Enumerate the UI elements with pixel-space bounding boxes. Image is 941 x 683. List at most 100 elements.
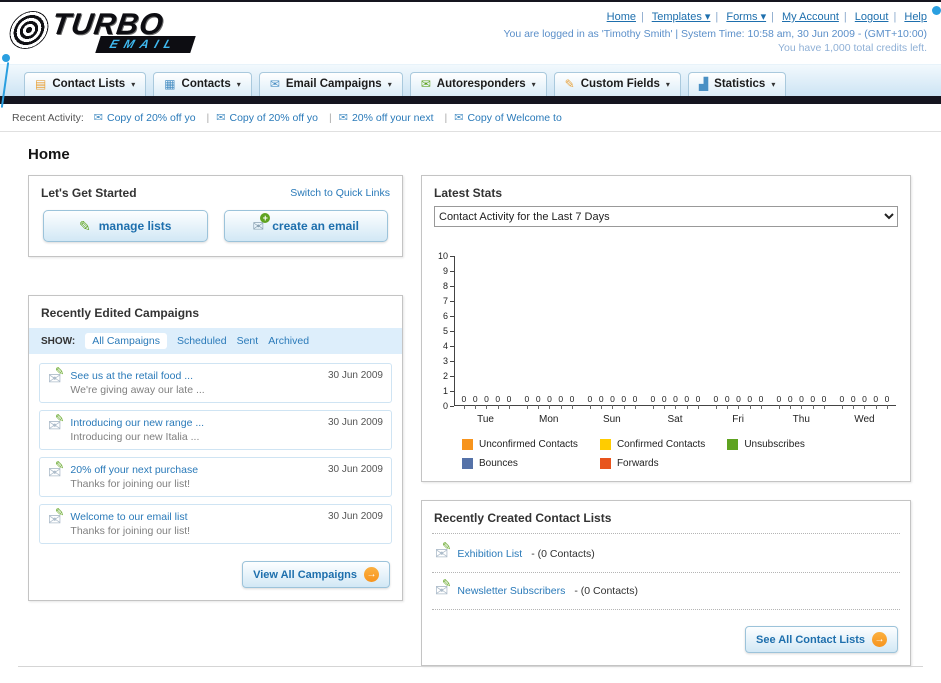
campaign-text: Introducing our new range ... Introducin… [70,417,319,443]
recent-campaigns-panel: Recently Edited Campaigns SHOW: All Camp… [28,295,403,601]
chart-value-label: 0 [650,393,656,409]
chart-value-label: 0 [747,393,753,409]
top-nav-link[interactable]: Home [607,11,636,23]
top-nav-item[interactable]: Logout [855,11,902,23]
chart-value-group: 00000 [644,393,707,409]
top-nav-link[interactable]: Templates ▾ [652,11,711,23]
campaign-list-item[interactable]: ✉ ✎ See us at the retail food ... We're g… [39,363,392,403]
chart-value-label: 0 [461,393,467,409]
create-email-button[interactable]: ✉ + create an email [223,210,388,242]
top-nav-item[interactable]: Templates ▾ [652,11,724,23]
top-nav-item[interactable]: Home [607,11,649,23]
recent-activity-link[interactable]: Copy of 20% off yo [107,112,196,124]
switch-quick-links-link[interactable]: Switch to Quick Links [290,187,390,199]
chart-value-label: 0 [758,393,764,409]
campaign-list-item[interactable]: ✉ ✎ 20% off your next purchase Thanks for… [39,457,392,497]
main-nav-tab[interactable]: ✉ Email Campaigns ▾ [258,72,403,96]
recent-activity-item[interactable]: ✉ Copy of 20% off yo [216,111,338,125]
campaign-title-link[interactable]: 20% off your next purchase [70,464,319,476]
main-nav-tab[interactable]: ▦ Contacts ▾ [153,72,252,96]
chart-y-tick: 8 [443,281,454,291]
chart-value-label: 0 [724,393,730,409]
recent-activity-link[interactable]: Copy of Welcome to [467,112,561,124]
chart-zero-row: 00000000000000000000000000000000000 [455,393,896,409]
campaign-title-link[interactable]: See us at the retail food ... [70,370,319,382]
legend-swatch [727,439,739,450]
envelope-plus-icon: ✉ + [253,212,271,235]
campaign-list-item[interactable]: ✉ ✎ Welcome to our email list Thanks for … [39,504,392,544]
chart-value-label: 0 [850,393,856,409]
chart-value-label: 0 [810,393,816,409]
envelope-pencil-icon: ✉ ✎ [435,541,452,563]
chart-value-group: 00000 [707,393,770,409]
arrow-right-icon: → [364,567,379,582]
tab-label: Custom Fields [580,78,660,90]
chevron-down-icon: ▾ [236,79,241,89]
top-nav-item[interactable]: Help [904,11,927,23]
top-nav-link[interactable]: Help [904,11,927,23]
page-title: Home [28,146,70,163]
contact-list-link[interactable]: Exhibition List [457,548,522,560]
chart-value-label: 0 [695,393,701,409]
recent-activity-items: ✉ Copy of 20% off yo ✉ Copy of 20% off y… [94,111,562,125]
top-nav-item[interactable]: My Account [782,11,852,23]
see-all-contact-lists-button[interactable]: See All Contact Lists → [744,626,898,653]
filter-sent[interactable]: Sent [237,335,259,347]
top-nav-link[interactable]: Forms ▾ [726,11,766,23]
recent-activity-link[interactable]: Copy of 20% off yo [229,112,318,124]
chart-x-label: Tue [477,414,494,425]
recent-activity-item[interactable]: ✉ Copy of 20% off yo [94,111,216,125]
stats-period-select[interactable]: Contact Activity for the Last 7 Days [434,206,898,227]
main-nav-tab[interactable]: ▤ Contact Lists ▾ [24,72,147,96]
top-nav-link[interactable]: Logout [855,11,889,23]
main-nav-tab[interactable]: ▟ Statistics ▾ [687,72,787,96]
chart-value-label: 0 [547,393,552,409]
tab-icon: ▦ [164,77,176,91]
chart-x-label: Sun [602,414,621,425]
chart-y-tick: 7 [443,296,454,306]
campaign-text: See us at the retail food ... We're givi… [70,370,319,396]
top-nav-item[interactable]: Forms ▾ [726,11,779,23]
campaign-list: ✉ ✎ See us at the retail food ... We're g… [29,354,402,553]
campaign-text: 20% off your next purchase Thanks for jo… [70,464,319,490]
campaign-subtitle: Introducing our new Italia ... [70,431,200,443]
envelope-pencil-icon: ✉ ✎ [48,507,65,529]
top-nav-link[interactable]: My Account [782,11,839,23]
contact-list-item[interactable]: ✉ ✎ Newsletter Subscribers - (0 Contacts) [432,573,900,610]
chart-value-group: 00000 [770,393,833,409]
chart-value-group: 00000 [581,393,644,409]
tab-icon: ✉ [420,77,431,91]
manage-lists-label: manage lists [98,219,172,233]
chart-y-tick: 5 [443,326,454,336]
campaign-list-item[interactable]: ✉ ✎ Introducing our new range ... Introdu… [39,410,392,450]
filter-scheduled[interactable]: Scheduled [177,335,227,347]
manage-lists-button[interactable]: ✎ manage lists [43,210,208,242]
recent-activity-item[interactable]: ✉ Copy of Welcome to [454,111,562,125]
chart-xlabels: Tue Mon Sun Sat Fri Thu Wed [454,414,896,425]
tab-label: Contact Lists [52,78,126,90]
chart-y-tick: 1 [443,386,454,396]
filter-archived[interactable]: Archived [268,335,309,347]
chart-value-label: 0 [821,393,827,409]
envelope-pencil-icon: ✉ ✎ [48,366,65,388]
recent-activity-item[interactable]: ✉ 20% off your next [338,111,454,125]
contact-list-item[interactable]: ✉ ✎ Exhibition List - (0 Contacts) [432,536,900,573]
recent-activity-link[interactable]: 20% off your next [352,112,434,124]
campaign-filter-bar: SHOW: All Campaigns Scheduled Sent Archi… [29,328,402,354]
chart-value-label: 0 [684,393,690,409]
view-all-campaigns-button[interactable]: View All Campaigns → [242,561,390,588]
chart-value-label: 0 [787,393,793,409]
main-nav-tab[interactable]: ✉ Autoresponders ▾ [409,72,547,96]
filter-all-campaigns[interactable]: All Campaigns [85,333,167,349]
contact-list-link[interactable]: Newsletter Subscribers [457,585,565,597]
envelope-icon: ✉ [338,112,348,124]
campaign-title-link[interactable]: Introducing our new range ... [70,417,319,429]
legend-swatch [599,458,611,469]
recent-activity-label: Recent Activity: [12,111,84,124]
legend-item: Unsubscribes [727,439,805,450]
main-nav-tab[interactable]: ✎ Custom Fields ▾ [553,72,681,96]
nav-divider-bar [0,96,941,104]
login-info: You are logged in as 'Timothy Smith' | S… [503,28,927,40]
campaign-title-link[interactable]: Welcome to our email list [70,511,319,523]
chart-value-label: 0 [621,393,627,409]
